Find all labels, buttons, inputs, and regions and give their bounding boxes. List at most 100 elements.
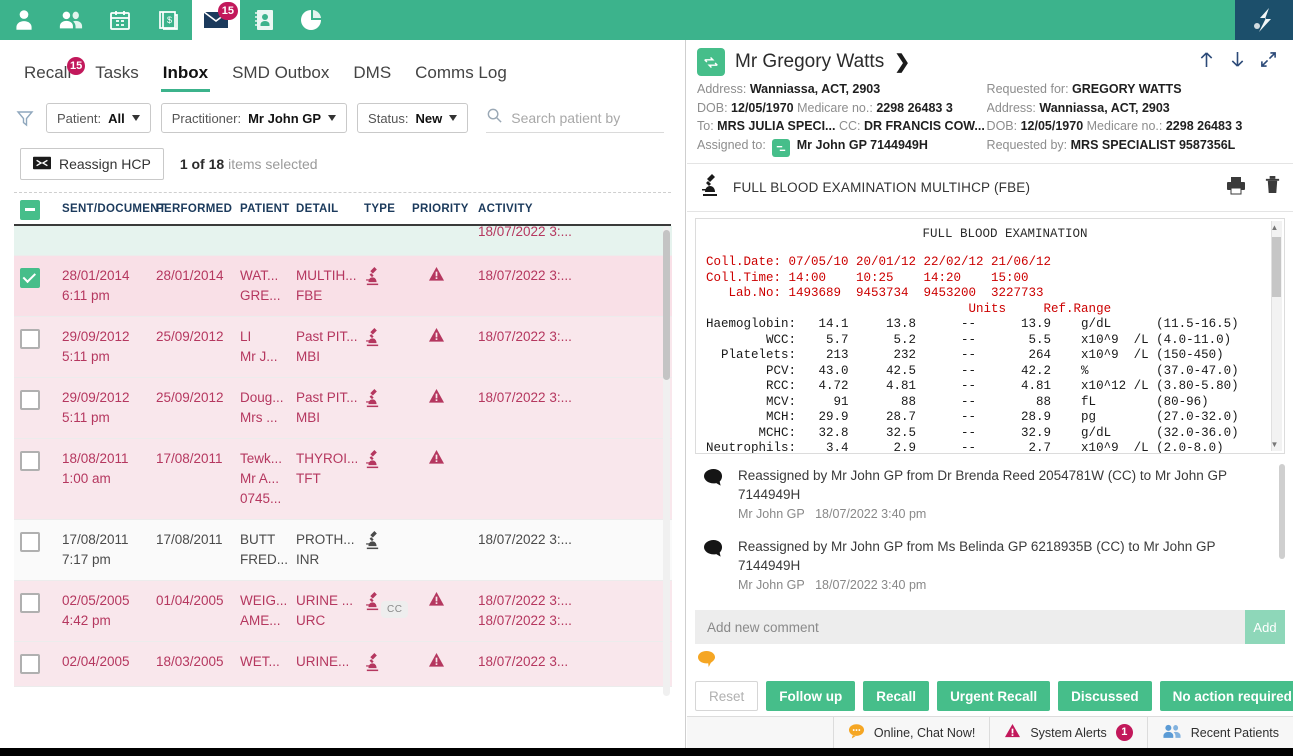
delete-icon[interactable] bbox=[1264, 175, 1281, 200]
comments-scrollbar-thumb[interactable] bbox=[1279, 464, 1285, 559]
nav-address-book-icon[interactable] bbox=[240, 0, 288, 40]
follow-up-button[interactable]: Follow up bbox=[766, 681, 856, 711]
cell-patient-primary: BUTT bbox=[240, 532, 276, 547]
nav-billing-icon[interactable]: $ bbox=[144, 0, 192, 40]
scroll-down-arrow-icon[interactable]: ▼ bbox=[1270, 440, 1279, 449]
lab-scrollbar-thumb[interactable] bbox=[1272, 237, 1281, 297]
column-header-sent[interactable]: SENT/DOCUMENT bbox=[62, 203, 166, 215]
add-comment-row: Add bbox=[695, 610, 1285, 644]
table-row[interactable]: 28/01/2014 6:11 pm 28/01/2014 WAT... GRE... M… bbox=[14, 256, 672, 317]
filter-patient[interactable]: Patient: All bbox=[46, 103, 151, 133]
column-header-performed[interactable]: PERFORMED bbox=[156, 203, 240, 215]
filter-funnel-icon[interactable] bbox=[14, 109, 36, 127]
tab-tasks[interactable]: Tasks bbox=[85, 59, 148, 92]
column-header-priority[interactable]: PRIORITY bbox=[412, 203, 478, 215]
nav-patient-icon[interactable] bbox=[0, 0, 48, 40]
table-row[interactable]: 29/09/2012 5:11 pm 25/09/2012 Doug... Mrs ..… bbox=[14, 378, 672, 439]
column-header-type[interactable]: TYPE bbox=[364, 203, 412, 215]
nav-patients-group-icon[interactable] bbox=[48, 0, 96, 40]
cell-type bbox=[364, 652, 412, 676]
scroll-up-arrow-icon[interactable]: ▲ bbox=[1270, 223, 1279, 232]
filter-patient-prefix: Patient: bbox=[57, 110, 102, 126]
meta-label: Requested for: bbox=[986, 82, 1069, 96]
tab-inbox[interactable]: Inbox bbox=[153, 59, 218, 92]
chat-icon bbox=[848, 723, 865, 742]
column-header-activity[interactable]: ACTIVITY bbox=[478, 203, 598, 215]
add-comment-input[interactable] bbox=[695, 610, 1245, 644]
expand-icon[interactable] bbox=[1260, 51, 1277, 73]
status-online-chat-label: Online, Chat Now! bbox=[873, 725, 976, 740]
cell-activity: 18/07/2022 3... bbox=[478, 652, 598, 672]
cell-performed: 18/03/2005 bbox=[156, 652, 240, 672]
row-checkbox[interactable] bbox=[20, 390, 40, 410]
cell-detail: Past PIT... MBI bbox=[296, 388, 364, 428]
column-header-detail[interactable]: DETAIL bbox=[296, 203, 364, 215]
chevron-right-icon[interactable]: ❯ bbox=[894, 51, 910, 74]
table-row[interactable]: 29/09/2012 5:11 pm 25/09/2012 LI Mr J... Past… bbox=[14, 317, 672, 378]
add-comment-button[interactable]: Add bbox=[1245, 610, 1285, 644]
cell-detail-primary: Past PIT... bbox=[296, 390, 358, 405]
row-checkbox[interactable] bbox=[20, 268, 40, 288]
table-row[interactable]: 02/05/2005 4:42 pm 01/04/2005 WEIG... AME...… bbox=[14, 581, 672, 642]
cell-sent-primary: 02/05/2005 bbox=[62, 593, 130, 608]
column-header-patient[interactable]: PATIENT bbox=[240, 203, 296, 215]
status-system-alerts[interactable]: System Alerts 1 bbox=[989, 717, 1146, 748]
row-checkbox[interactable] bbox=[20, 593, 40, 613]
cell-type bbox=[364, 327, 412, 351]
lab-collection-meta: Coll.Date: 07/05/10 20/01/12 22/02/12 21… bbox=[706, 255, 1052, 300]
filter-status[interactable]: Status: New bbox=[357, 103, 469, 133]
action-button-row: Reset Follow up Recall Urgent Recall Dis… bbox=[687, 677, 1293, 719]
nav-calendar-icon[interactable] bbox=[96, 0, 144, 40]
filter-status-prefix: Status: bbox=[368, 110, 409, 126]
reset-button[interactable]: Reset bbox=[695, 681, 759, 711]
filter-practitioner[interactable]: Practitioner: Mr John GP bbox=[160, 103, 348, 133]
cell-activity: 18/07/2022 3:... 18/07/2022 3:... bbox=[478, 591, 598, 631]
discussed-button[interactable]: Discussed bbox=[1058, 681, 1152, 711]
cell-detail-secondary: TFT bbox=[296, 471, 321, 486]
tab-recall[interactable]: Recall 15 bbox=[14, 57, 86, 92]
reassign-swap-icon[interactable] bbox=[697, 48, 725, 76]
brand-logo-icon bbox=[1235, 0, 1293, 40]
nav-inbox-mail-icon[interactable]: 15 bbox=[192, 0, 240, 40]
table-row[interactable]: 18/08/2011 1:00 am 17/08/2011 Tewk... Mr A..… bbox=[14, 439, 672, 520]
meta-label: Address: bbox=[986, 100, 1036, 115]
table-row[interactable]: 18/07/2022 3:... bbox=[14, 226, 672, 256]
cell-detail-primary: PROTH... bbox=[296, 532, 355, 547]
meta-label: DOB: bbox=[986, 119, 1018, 133]
row-checkbox[interactable] bbox=[20, 451, 40, 471]
table-row[interactable]: 17/08/2011 7:17 pm 17/08/2011 BUTT FRED... PR… bbox=[14, 520, 672, 581]
meta-value: MRS JULIA SPECI... bbox=[717, 119, 836, 133]
no-action-required-button[interactable]: No action required bbox=[1159, 681, 1293, 711]
cell-sent-secondary: 7:17 pm bbox=[62, 552, 111, 567]
select-all-checkbox[interactable] bbox=[20, 199, 40, 220]
comment-text: Reassigned by Mr John GP from Dr Brenda … bbox=[738, 468, 1227, 502]
select-all-checkbox-cell bbox=[20, 198, 62, 220]
urgent-recall-button[interactable]: Urgent Recall bbox=[937, 681, 1051, 711]
inbox-table-body[interactable]: 18/07/2022 3:... 28/01/2014 6:11 pm 28/01/2… bbox=[14, 226, 672, 696]
status-online-chat[interactable]: Online, Chat Now! bbox=[832, 717, 989, 748]
cell-activity-primary: 18/07/2022 3... bbox=[478, 654, 569, 669]
row-checkbox[interactable] bbox=[20, 532, 40, 552]
arrow-up-icon[interactable] bbox=[1198, 50, 1215, 74]
comment-content: Reassigned by Mr John GP from Dr Brenda … bbox=[738, 466, 1271, 521]
row-checkbox[interactable] bbox=[20, 329, 40, 349]
tab-dms[interactable]: DMS bbox=[343, 59, 401, 92]
arrow-down-icon[interactable] bbox=[1229, 50, 1246, 74]
tab-comms-log[interactable]: Comms Log bbox=[405, 59, 517, 92]
table-row[interactable]: 02/04/2005 18/03/2005 WET... URINE... 18/07/… bbox=[14, 642, 672, 687]
meta-label: CC: bbox=[838, 119, 861, 133]
tab-smd-outbox[interactable]: SMD Outbox bbox=[222, 59, 339, 92]
nav-reports-pie-icon[interactable] bbox=[288, 0, 336, 40]
recall-button[interactable]: Recall bbox=[863, 681, 930, 711]
lab-report-viewer[interactable]: FULL BLOOD EXAMINATION Coll.Date: 07/05/… bbox=[695, 218, 1285, 454]
status-recent-patients[interactable]: Recent Patients bbox=[1146, 717, 1293, 748]
cell-detail-secondary: INR bbox=[296, 552, 320, 567]
print-icon[interactable] bbox=[1226, 176, 1246, 200]
list-scrollbar-thumb[interactable] bbox=[663, 230, 670, 380]
row-checkbox-cell bbox=[20, 236, 62, 238]
selection-count-value: 1 of 18 bbox=[179, 156, 225, 172]
reassign-hcp-button[interactable]: Reassign HCP bbox=[20, 148, 164, 180]
search-input[interactable] bbox=[511, 109, 658, 126]
comment-bubble-yellow-icon[interactable] bbox=[697, 650, 716, 672]
row-checkbox[interactable] bbox=[20, 654, 40, 674]
